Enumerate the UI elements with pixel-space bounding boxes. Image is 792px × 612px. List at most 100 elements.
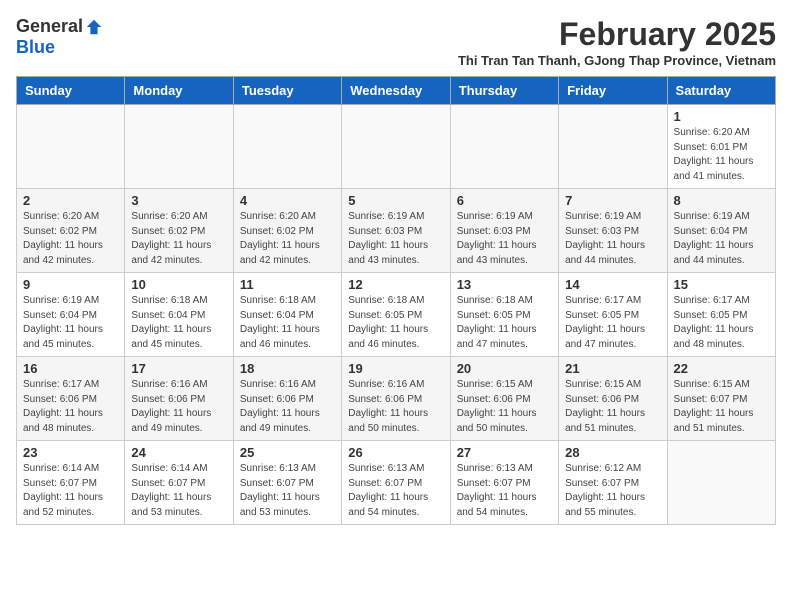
calendar-day-cell: 20 Sunrise: 6:15 AM Sunset: 6:06 PM Dayli… bbox=[450, 357, 558, 441]
calendar-day-cell: 26 Sunrise: 6:13 AM Sunset: 6:07 PM Dayli… bbox=[342, 441, 450, 525]
day-info: Sunrise: 6:19 AM Sunset: 6:03 PM Dayligh… bbox=[457, 210, 552, 268]
day-info: Sunrise: 6:12 AM Sunset: 6:07 PM Dayligh… bbox=[565, 462, 660, 520]
day-info: Sunrise: 6:18 AM Sunset: 6:04 PM Dayligh… bbox=[240, 294, 335, 352]
logo-general: General bbox=[16, 16, 83, 37]
day-number: 27 bbox=[457, 445, 552, 460]
day-info: Sunrise: 6:15 AM Sunset: 6:06 PM Dayligh… bbox=[565, 378, 660, 436]
day-info: Sunrise: 6:19 AM Sunset: 6:03 PM Dayligh… bbox=[348, 210, 443, 268]
calendar-day-cell: 27 Sunrise: 6:13 AM Sunset: 6:07 PM Dayli… bbox=[450, 441, 558, 525]
day-info: Sunrise: 6:19 AM Sunset: 6:04 PM Dayligh… bbox=[674, 210, 769, 268]
calendar-day-cell bbox=[125, 105, 233, 189]
calendar-day-cell: 1 Sunrise: 6:20 AM Sunset: 6:01 PM Daylig… bbox=[667, 105, 775, 189]
day-number: 8 bbox=[674, 193, 769, 208]
weekday-header-friday: Friday bbox=[559, 77, 667, 105]
calendar-day-cell: 28 Sunrise: 6:12 AM Sunset: 6:07 PM Dayli… bbox=[559, 441, 667, 525]
day-info: Sunrise: 6:16 AM Sunset: 6:06 PM Dayligh… bbox=[240, 378, 335, 436]
calendar-day-cell: 14 Sunrise: 6:17 AM Sunset: 6:05 PM Dayli… bbox=[559, 273, 667, 357]
day-info: Sunrise: 6:13 AM Sunset: 6:07 PM Dayligh… bbox=[457, 462, 552, 520]
weekday-header-sunday: Sunday bbox=[17, 77, 125, 105]
calendar-day-cell bbox=[342, 105, 450, 189]
day-number: 1 bbox=[674, 109, 769, 124]
day-info: Sunrise: 6:17 AM Sunset: 6:05 PM Dayligh… bbox=[565, 294, 660, 352]
weekday-header-row: SundayMondayTuesdayWednesdayThursdayFrid… bbox=[17, 77, 776, 105]
day-number: 7 bbox=[565, 193, 660, 208]
day-info: Sunrise: 6:16 AM Sunset: 6:06 PM Dayligh… bbox=[131, 378, 226, 436]
day-info: Sunrise: 6:20 AM Sunset: 6:01 PM Dayligh… bbox=[674, 126, 769, 184]
day-info: Sunrise: 6:18 AM Sunset: 6:04 PM Dayligh… bbox=[131, 294, 226, 352]
day-info: Sunrise: 6:14 AM Sunset: 6:07 PM Dayligh… bbox=[23, 462, 118, 520]
weekday-header-saturday: Saturday bbox=[667, 77, 775, 105]
weekday-header-wednesday: Wednesday bbox=[342, 77, 450, 105]
day-number: 23 bbox=[23, 445, 118, 460]
calendar-week-row: 1 Sunrise: 6:20 AM Sunset: 6:01 PM Daylig… bbox=[17, 105, 776, 189]
calendar-day-cell: 13Sunrise: 6:18 AM Sunset: 6:05 PM Dayli… bbox=[450, 273, 558, 357]
day-number: 28 bbox=[565, 445, 660, 460]
calendar-day-cell: 18 Sunrise: 6:16 AM Sunset: 6:06 PM Dayli… bbox=[233, 357, 341, 441]
weekday-header-tuesday: Tuesday bbox=[233, 77, 341, 105]
day-number: 24 bbox=[131, 445, 226, 460]
day-info: Sunrise: 6:14 AM Sunset: 6:07 PM Dayligh… bbox=[131, 462, 226, 520]
calendar-week-row: 16 Sunrise: 6:17 AM Sunset: 6:06 PM Dayli… bbox=[17, 357, 776, 441]
day-number: 9 bbox=[23, 277, 118, 292]
day-info: Sunrise: 6:19 AM Sunset: 6:03 PM Dayligh… bbox=[565, 210, 660, 268]
calendar-day-cell: 25Sunrise: 6:13 AM Sunset: 6:07 PM Dayli… bbox=[233, 441, 341, 525]
day-info: Sunrise: 6:15 AM Sunset: 6:06 PM Dayligh… bbox=[457, 378, 552, 436]
day-number: 16 bbox=[23, 361, 118, 376]
day-info: Sunrise: 6:13 AM Sunset: 6:07 PM Dayligh… bbox=[240, 462, 335, 520]
day-number: 6 bbox=[457, 193, 552, 208]
day-info: Sunrise: 6:20 AM Sunset: 6:02 PM Dayligh… bbox=[240, 210, 335, 268]
calendar-day-cell: 5 Sunrise: 6:19 AM Sunset: 6:03 PM Daylig… bbox=[342, 189, 450, 273]
day-info: Sunrise: 6:15 AM Sunset: 6:07 PM Dayligh… bbox=[674, 378, 769, 436]
calendar-day-cell bbox=[450, 105, 558, 189]
calendar-table: SundayMondayTuesdayWednesdayThursdayFrid… bbox=[16, 76, 776, 525]
calendar-day-cell: 4 Sunrise: 6:20 AM Sunset: 6:02 PM Daylig… bbox=[233, 189, 341, 273]
day-info: Sunrise: 6:13 AM Sunset: 6:07 PM Dayligh… bbox=[348, 462, 443, 520]
day-info: Sunrise: 6:17 AM Sunset: 6:06 PM Dayligh… bbox=[23, 378, 118, 436]
calendar-day-cell: 7 Sunrise: 6:19 AM Sunset: 6:03 PM Daylig… bbox=[559, 189, 667, 273]
weekday-header-monday: Monday bbox=[125, 77, 233, 105]
day-number: 26 bbox=[348, 445, 443, 460]
calendar-day-cell: 21 Sunrise: 6:15 AM Sunset: 6:06 PM Dayli… bbox=[559, 357, 667, 441]
day-number: 5 bbox=[348, 193, 443, 208]
calendar-day-cell bbox=[559, 105, 667, 189]
calendar-day-cell: 11 Sunrise: 6:18 AM Sunset: 6:04 PM Dayli… bbox=[233, 273, 341, 357]
day-number: 21 bbox=[565, 361, 660, 376]
calendar-day-cell bbox=[667, 441, 775, 525]
calendar-week-row: 9 Sunrise: 6:19 AM Sunset: 6:04 PM Daylig… bbox=[17, 273, 776, 357]
month-title: February 2025 bbox=[103, 16, 776, 53]
logo: General Blue bbox=[16, 16, 103, 58]
day-number: 4 bbox=[240, 193, 335, 208]
page-header: General Blue February 2025 Thi Tran Tan … bbox=[16, 16, 776, 68]
calendar-day-cell: 17 Sunrise: 6:16 AM Sunset: 6:06 PM Dayli… bbox=[125, 357, 233, 441]
calendar-day-cell: 12Sunrise: 6:18 AM Sunset: 6:05 PM Dayli… bbox=[342, 273, 450, 357]
day-number: 14 bbox=[565, 277, 660, 292]
day-number: 20 bbox=[457, 361, 552, 376]
calendar-day-cell: 2Sunrise: 6:20 AM Sunset: 6:02 PM Daylig… bbox=[17, 189, 125, 273]
day-info: Sunrise: 6:19 AM Sunset: 6:04 PM Dayligh… bbox=[23, 294, 118, 352]
calendar-day-cell bbox=[233, 105, 341, 189]
calendar-day-cell: 22Sunrise: 6:15 AM Sunset: 6:07 PM Dayli… bbox=[667, 357, 775, 441]
day-info: Sunrise: 6:18 AM Sunset: 6:05 PM Dayligh… bbox=[457, 294, 552, 352]
day-number: 11 bbox=[240, 277, 335, 292]
calendar-day-cell: 23 Sunrise: 6:14 AM Sunset: 6:07 PM Dayli… bbox=[17, 441, 125, 525]
calendar-day-cell: 19 Sunrise: 6:16 AM Sunset: 6:06 PM Dayli… bbox=[342, 357, 450, 441]
calendar-week-row: 23 Sunrise: 6:14 AM Sunset: 6:07 PM Dayli… bbox=[17, 441, 776, 525]
day-info: Sunrise: 6:20 AM Sunset: 6:02 PM Dayligh… bbox=[23, 210, 118, 268]
calendar-day-cell: 9 Sunrise: 6:19 AM Sunset: 6:04 PM Daylig… bbox=[17, 273, 125, 357]
day-number: 10 bbox=[131, 277, 226, 292]
day-number: 19 bbox=[348, 361, 443, 376]
day-number: 17 bbox=[131, 361, 226, 376]
weekday-header-thursday: Thursday bbox=[450, 77, 558, 105]
calendar-day-cell: 6 Sunrise: 6:19 AM Sunset: 6:03 PM Daylig… bbox=[450, 189, 558, 273]
calendar-week-row: 2Sunrise: 6:20 AM Sunset: 6:02 PM Daylig… bbox=[17, 189, 776, 273]
calendar-day-cell: 16 Sunrise: 6:17 AM Sunset: 6:06 PM Dayli… bbox=[17, 357, 125, 441]
logo-icon bbox=[85, 18, 103, 36]
day-number: 15 bbox=[674, 277, 769, 292]
day-number: 3 bbox=[131, 193, 226, 208]
day-info: Sunrise: 6:16 AM Sunset: 6:06 PM Dayligh… bbox=[348, 378, 443, 436]
day-number: 18 bbox=[240, 361, 335, 376]
day-info: Sunrise: 6:20 AM Sunset: 6:02 PM Dayligh… bbox=[131, 210, 226, 268]
calendar-day-cell: 10 Sunrise: 6:18 AM Sunset: 6:04 PM Dayli… bbox=[125, 273, 233, 357]
location-subtitle: Thi Tran Tan Thanh, GJong Thap Province,… bbox=[103, 53, 776, 68]
day-info: Sunrise: 6:18 AM Sunset: 6:05 PM Dayligh… bbox=[348, 294, 443, 352]
